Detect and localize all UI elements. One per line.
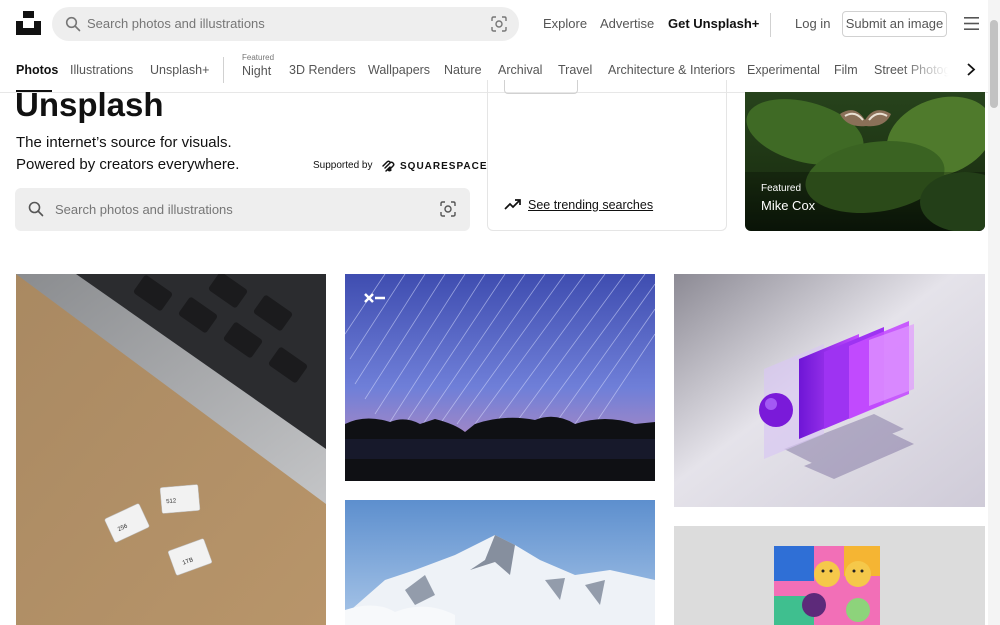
squarespace-logo [382, 160, 395, 172]
photo-sd-cards[interactable]: 256 512 1TB [16, 274, 326, 625]
visual-search-icon[interactable] [491, 16, 507, 32]
tab-unsplash-plus[interactable]: Unsplash+ [150, 63, 209, 77]
chevron-right-icon[interactable] [966, 63, 976, 76]
nav-get-unsplash-plus[interactable]: Get Unsplash+ [668, 16, 759, 31]
tab-illustrations[interactable]: Illustrations [70, 63, 133, 77]
star-trails-image [345, 274, 655, 481]
topic-nature[interactable]: Nature [444, 63, 482, 77]
trending-tag-pill[interactable] [504, 80, 578, 94]
unsplash-logo[interactable] [16, 11, 41, 35]
purple-3d-render-image [674, 274, 985, 507]
search-icon [65, 16, 81, 32]
login-link[interactable]: Log in [795, 16, 830, 31]
hero-search-input[interactable]: Search photos and illustrations [55, 202, 233, 217]
search-bar[interactable]: Search photos and illustrations [52, 7, 519, 41]
nav-divider [770, 13, 771, 37]
photo-pop-art[interactable] [674, 526, 985, 625]
trending-card: See trending searches [487, 80, 727, 231]
submit-image-button[interactable]: Submit an image [842, 11, 947, 37]
topic-travel[interactable]: Travel [558, 63, 592, 77]
photo-3d-render[interactable] [674, 274, 985, 507]
search-input[interactable]: Search photos and illustrations [87, 16, 265, 31]
pop-art-faces-image [674, 526, 985, 625]
tab-photos[interactable]: Photos [16, 63, 58, 77]
featured-photo-card[interactable]: Featured Mike Cox [745, 92, 985, 231]
featured-label: Featured [761, 183, 802, 194]
supported-by-label: Supported by [313, 160, 373, 171]
topic-night[interactable]: Night [242, 64, 271, 78]
trending-icon [504, 199, 521, 210]
snowy-mountain-image [345, 500, 655, 625]
featured-topic-label: Featured [242, 53, 275, 62]
squarespace-wordmark: SQUARESPACE [400, 160, 488, 172]
nav-explore[interactable]: Explore [543, 16, 587, 31]
menu-icon[interactable] [964, 17, 979, 30]
visual-search-icon[interactable] [440, 201, 456, 217]
photo-star-trails[interactable] [345, 274, 655, 481]
featured-author-name[interactable]: Mike Cox [761, 198, 815, 213]
nav-advertise[interactable]: Advertise [600, 16, 654, 31]
topic-experimental[interactable]: Experimental [747, 63, 820, 77]
hero-tagline-2: Powered by creators everywhere. [16, 156, 240, 173]
topic-3d-renders[interactable]: 3D Renders [289, 63, 356, 77]
hero-tagline-1: The internet’s source for visuals. [16, 134, 232, 151]
topic-wallpapers[interactable]: Wallpapers [368, 63, 430, 77]
search-icon [28, 201, 44, 217]
svg-text:512: 512 [166, 498, 177, 505]
squarespace-sponsor[interactable]: SQUARESPACE [380, 158, 488, 174]
scrollbar-thumb[interactable] [990, 20, 998, 108]
hero-search-bar[interactable]: Search photos and illustrations [15, 188, 470, 231]
hero-title: Unsplash [15, 86, 164, 123]
photo-mountain[interactable] [345, 500, 655, 625]
see-trending-searches-link[interactable]: See trending searches [528, 198, 653, 212]
top-navigation: Search photos and illustrations Explore … [0, 0, 988, 48]
category-divider [223, 57, 224, 83]
sd-cards-image: 256 512 1TB [16, 274, 326, 625]
topic-architecture-interiors[interactable]: Architecture & Interiors [608, 63, 735, 77]
topic-archival[interactable]: Archival [498, 63, 542, 77]
topic-film[interactable]: Film [834, 63, 858, 77]
